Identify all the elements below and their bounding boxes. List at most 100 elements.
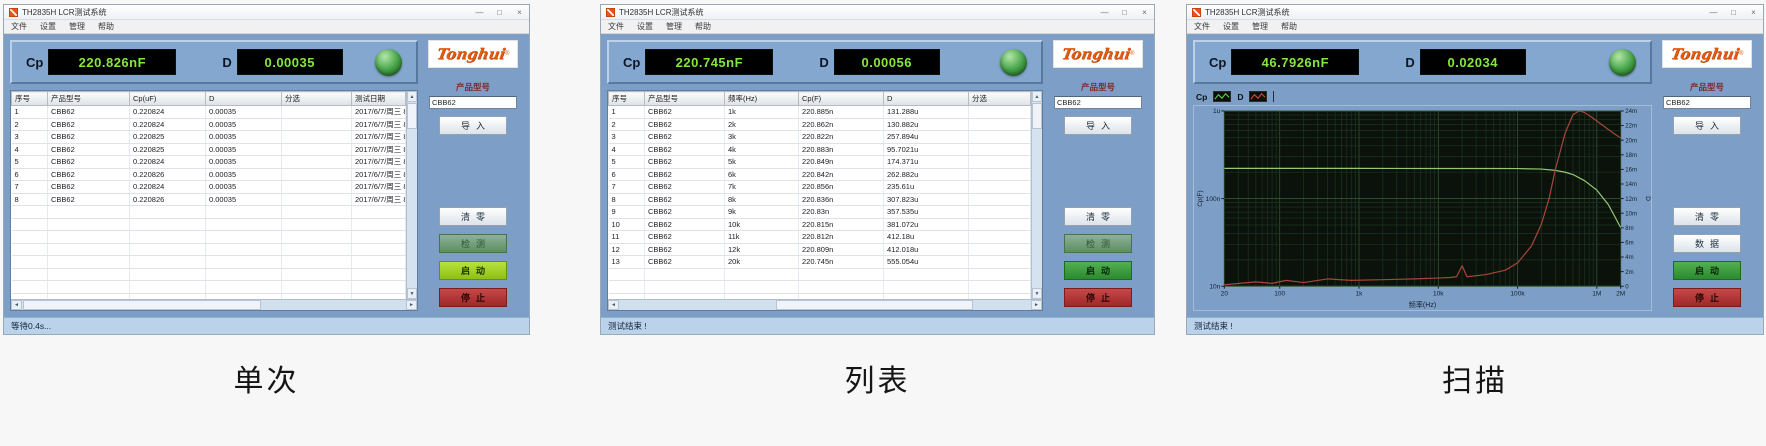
product-model-input[interactable] xyxy=(429,96,517,109)
scrollbar-thumb[interactable] xyxy=(775,300,974,310)
table-row[interactable]: 10 CBB62 10k 220.815n 381.072u xyxy=(608,218,1031,231)
menu-settings[interactable]: 设置 xyxy=(637,21,653,32)
table-row[interactable]: 7 CBB62 7k 220.856n 235.61u xyxy=(608,180,1031,194)
column-header[interactable]: 分选 xyxy=(968,91,1031,106)
scrollbar-thumb[interactable] xyxy=(1032,103,1042,129)
table-row[interactable]: 5 CBB62 5k 220.849n 174.371u xyxy=(608,155,1031,169)
column-header[interactable]: Cp(F) xyxy=(798,91,884,106)
app-icon xyxy=(606,7,615,17)
tab-cp-label[interactable]: Cp xyxy=(1196,92,1207,102)
scroll-up-icon[interactable]: ▲ xyxy=(1032,91,1042,102)
table-row[interactable]: 1 CBB62 1k 220.885n 131.288u xyxy=(608,105,1031,119)
menu-file[interactable]: 文件 xyxy=(608,21,624,32)
start-button[interactable]: 启动 xyxy=(439,261,507,280)
table-row[interactable]: 12 CBB62 12k 220.809n 412.018u xyxy=(608,243,1031,256)
column-header[interactable]: D xyxy=(205,91,282,106)
scroll-up-icon[interactable]: ▲ xyxy=(407,91,417,102)
data-button[interactable]: 数据 xyxy=(1673,234,1741,253)
table-row[interactable]: 7CBB620.2208240.000352017/6/7/周三 8:52 xyxy=(11,180,406,194)
close-button[interactable]: × xyxy=(515,8,524,17)
detect-button[interactable]: 检测 xyxy=(439,234,507,253)
menu-settings[interactable]: 设置 xyxy=(1223,21,1239,32)
table-header-row: 序号 产品型号 频率(Hz) Cp(F) D 分选 xyxy=(608,91,1031,106)
stop-button[interactable]: 停止 xyxy=(1064,288,1132,307)
column-header[interactable]: D xyxy=(883,91,969,106)
table-row[interactable]: 4CBB620.2208250.000352017/6/7/周三 8:52 xyxy=(11,143,406,156)
menu-help[interactable]: 帮助 xyxy=(695,21,711,32)
menu-manage[interactable]: 管理 xyxy=(69,21,85,32)
column-header[interactable]: 测试日期 xyxy=(351,91,406,106)
titlebar[interactable]: TH2835H LCR测试系统 — □ × xyxy=(4,5,529,20)
column-header[interactable]: 频率(Hz) xyxy=(724,91,799,106)
scroll-down-icon[interactable]: ▼ xyxy=(1032,288,1042,299)
cp-curve-icon[interactable] xyxy=(1213,91,1232,102)
table-row[interactable]: 13 CBB62 20k 220.745n 555.054u xyxy=(608,255,1031,269)
product-model-input[interactable] xyxy=(1054,96,1142,109)
start-button[interactable]: 启动 xyxy=(1673,261,1741,280)
column-header[interactable]: 序号 xyxy=(11,91,48,106)
close-button[interactable]: × xyxy=(1140,8,1149,17)
table-row[interactable]: 9 CBB62 9k 220.83n 357.535u xyxy=(608,205,1031,219)
table-row[interactable]: 2CBB620.2208240.000352017/6/7/周三 8:52 xyxy=(11,118,406,131)
scroll-left-icon[interactable]: ◄ xyxy=(608,300,619,310)
table-row[interactable]: 6 CBB62 6k 220.842n 262.882u xyxy=(608,168,1031,181)
tab-d-label[interactable]: D xyxy=(1237,92,1243,102)
table-row[interactable]: 4 CBB62 4k 220.883n 95.7021u xyxy=(608,143,1031,156)
import-button[interactable]: 导入 xyxy=(439,116,507,135)
close-button[interactable]: × xyxy=(1749,8,1758,17)
menu-file[interactable]: 文件 xyxy=(1194,21,1210,32)
vertical-scrollbar[interactable]: ▲ ▼ xyxy=(406,91,417,299)
start-button[interactable]: 启动 xyxy=(1064,261,1132,280)
column-header[interactable]: 产品型号 xyxy=(47,91,130,106)
table-row[interactable]: 8CBB620.2208260.000352017/6/7/周三 8:52 xyxy=(11,193,406,206)
scroll-right-icon[interactable]: ► xyxy=(1031,300,1042,310)
minimize-button[interactable]: — xyxy=(1709,8,1718,17)
menu-file[interactable]: 文件 xyxy=(11,21,27,32)
titlebar[interactable]: TH2835H LCR测试系统 — □ × xyxy=(1187,5,1763,20)
table-row[interactable]: 3 CBB62 3k 220.822n 257.894u xyxy=(608,130,1031,144)
stop-button[interactable]: 停止 xyxy=(439,288,507,307)
column-header[interactable]: Cp(uF) xyxy=(129,91,206,106)
detect-button[interactable]: 检测 xyxy=(1064,234,1132,253)
titlebar[interactable]: TH2835H LCR测试系统 — □ × xyxy=(601,5,1154,20)
table-row[interactable]: 2 CBB62 2k 220.862n 130.882u xyxy=(608,118,1031,131)
horizontal-scrollbar[interactable]: ◄ ► xyxy=(11,299,417,310)
table-row[interactable]: 3CBB620.2208250.000352017/6/7/周三 8:52 xyxy=(11,130,406,144)
column-header[interactable]: 序号 xyxy=(608,91,645,106)
table-row[interactable]: 8 CBB62 8k 220.836n 307.823u xyxy=(608,193,1031,206)
menu-manage[interactable]: 管理 xyxy=(666,21,682,32)
scrollbar-thumb[interactable] xyxy=(23,300,262,310)
column-header[interactable]: 分选 xyxy=(281,91,352,106)
minimize-button[interactable]: — xyxy=(475,8,484,17)
maximize-button[interactable]: □ xyxy=(1729,8,1738,17)
caption-list: 列表 xyxy=(844,365,911,398)
stop-button[interactable]: 停止 xyxy=(1673,288,1741,307)
scroll-right-icon[interactable]: ► xyxy=(406,300,417,310)
table-row-empty xyxy=(608,280,1031,294)
menu-settings[interactable]: 设置 xyxy=(40,21,56,32)
minimize-button[interactable]: — xyxy=(1100,8,1109,17)
table-row[interactable]: 1CBB620.2208240.000352017/6/7/周三 8:52 xyxy=(11,105,406,119)
d-curve-icon[interactable] xyxy=(1249,91,1268,102)
menu-help[interactable]: 帮助 xyxy=(1281,21,1297,32)
table-row[interactable]: 6CBB620.2208260.000352017/6/7/周三 8:53 xyxy=(11,168,406,181)
scroll-down-icon[interactable]: ▼ xyxy=(407,288,417,299)
menu-manage[interactable]: 管理 xyxy=(1252,21,1268,32)
screenshot-stage: TH2835H LCR测试系统 — □ × 文件 设置 管理 帮助 Cp 220… xyxy=(0,0,1766,400)
clear-zero-button[interactable]: 清零 xyxy=(1064,207,1132,226)
maximize-button[interactable]: □ xyxy=(495,8,504,17)
clear-zero-button[interactable]: 清零 xyxy=(439,207,507,226)
product-model-input[interactable] xyxy=(1663,96,1751,109)
clear-zero-button[interactable]: 清零 xyxy=(1673,207,1741,226)
import-button[interactable]: 导入 xyxy=(1673,116,1741,135)
horizontal-scrollbar[interactable]: ◄ ► xyxy=(608,299,1042,310)
import-button[interactable]: 导入 xyxy=(1064,116,1132,135)
vertical-scrollbar[interactable]: ▲ ▼ xyxy=(1031,91,1042,299)
scroll-left-icon[interactable]: ◄ xyxy=(11,300,22,310)
scrollbar-thumb[interactable] xyxy=(407,103,417,129)
column-header[interactable]: 产品型号 xyxy=(644,91,725,106)
table-row[interactable]: 11 CBB62 11k 220.812n 412.18u xyxy=(608,230,1031,244)
menu-help[interactable]: 帮助 xyxy=(98,21,114,32)
table-row[interactable]: 5CBB620.2208240.000352017/6/7/周三 8:52 xyxy=(11,155,406,169)
maximize-button[interactable]: □ xyxy=(1120,8,1129,17)
